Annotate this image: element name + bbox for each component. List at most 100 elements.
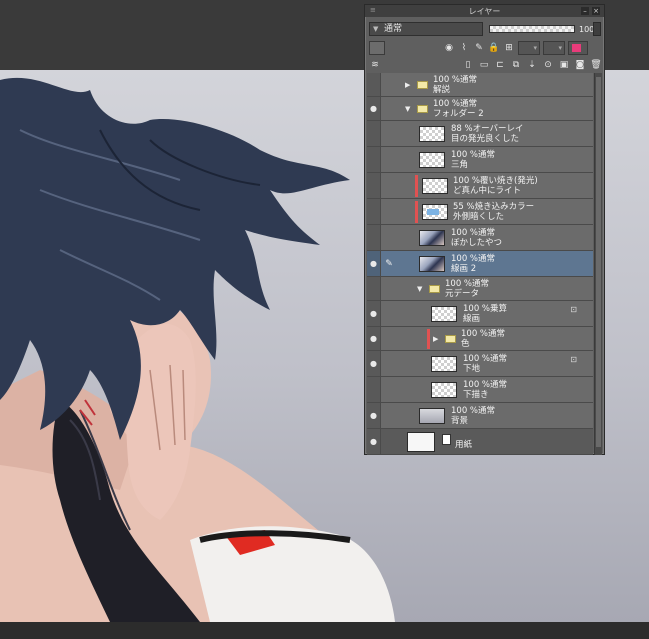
layer-row[interactable]: ● 100 %乗算 線画 ⊡ bbox=[367, 301, 593, 327]
blend-row: ▼ 通常 100 bbox=[369, 21, 602, 37]
lock-icon: ⊡ bbox=[570, 305, 577, 314]
mask-icon[interactable]: ◉ bbox=[443, 42, 455, 54]
layer-name: 線画 2 bbox=[451, 264, 477, 274]
clipping-marker bbox=[415, 201, 418, 223]
layer-name: 線画 bbox=[463, 314, 481, 324]
layer-name: 外側暗くした bbox=[453, 212, 505, 222]
layer-blend-mode: 100 %通常 bbox=[451, 406, 496, 416]
expression-color-button[interactable] bbox=[369, 41, 385, 55]
layer-row-selected[interactable]: ● ✎ 100 %通常 線画 2 bbox=[367, 251, 593, 277]
layer-name: 三角 bbox=[451, 160, 469, 170]
layer-blend-mode: 100 %通常 bbox=[463, 354, 508, 364]
layer-row[interactable]: 100 %通常 下描き bbox=[367, 377, 593, 403]
layer-panel: ≡ レイヤー – × ▼ 通常 100 ◉ ⌇ ✎ 🔒 ⊞ ▾ ▾ ≋ ▯ ▭ … bbox=[364, 4, 605, 455]
panel-titlebar[interactable]: ≡ レイヤー – × bbox=[365, 5, 604, 17]
reference-icon[interactable]: ▣ bbox=[558, 59, 570, 71]
opacity-slider[interactable] bbox=[489, 25, 575, 33]
visibility-toggle[interactable]: ● bbox=[367, 403, 381, 428]
close-icon[interactable]: × bbox=[592, 7, 600, 15]
visibility-toggle[interactable] bbox=[367, 173, 381, 198]
layer-name: ぼかしたやつ bbox=[451, 238, 503, 248]
layer-row[interactable]: ● ▶ 100 %通常 色 bbox=[367, 327, 593, 351]
layer-thumbnail bbox=[422, 204, 448, 220]
visibility-toggle[interactable]: ● bbox=[367, 301, 381, 326]
scroll-thumb[interactable] bbox=[596, 77, 601, 447]
new-folder-icon[interactable]: ⊏ bbox=[494, 59, 506, 71]
copy-layer-icon[interactable]: ⧉ bbox=[510, 59, 522, 71]
brush-icon[interactable]: ⌇ bbox=[458, 42, 470, 54]
layer-name: 下地 bbox=[463, 364, 481, 374]
folder-icon bbox=[445, 335, 456, 343]
mask-add-icon[interactable]: ◙ bbox=[574, 59, 586, 71]
pen-icon[interactable]: ✎ bbox=[473, 42, 485, 54]
folder-icon bbox=[429, 285, 440, 293]
visibility-toggle[interactable] bbox=[367, 225, 381, 250]
eye-icon: ● bbox=[370, 104, 377, 113]
visibility-toggle[interactable]: ● bbox=[367, 327, 381, 350]
layer-name: 用紙 bbox=[455, 440, 473, 450]
folder-icon bbox=[417, 81, 428, 89]
layer-row[interactable]: 55 %焼き込みカラー 外側暗くした bbox=[367, 199, 593, 225]
visibility-toggle[interactable] bbox=[367, 277, 381, 300]
opacity-stepper[interactable] bbox=[593, 22, 601, 36]
layer-thumbnail bbox=[407, 432, 435, 452]
panel-menu-icon[interactable]: ≡ bbox=[370, 6, 376, 14]
lock-transparent-icon[interactable]: ⊞ bbox=[503, 42, 515, 54]
layer-color-swatch[interactable] bbox=[568, 41, 588, 55]
minimize-icon[interactable]: – bbox=[581, 7, 589, 15]
layer-blend-mode: 88 %オーバーレイ bbox=[451, 124, 524, 134]
layer-blend-mode: 100 %通常 bbox=[451, 150, 496, 160]
visibility-toggle[interactable]: ● bbox=[367, 429, 381, 454]
layer-list[interactable]: ▶ 100 %通常 解説 ● ▼ 100 %通常 フォルダー 2 88 %オーバ… bbox=[367, 73, 593, 455]
layer-name: 色 bbox=[461, 339, 470, 349]
layer-row[interactable]: ▼ 100 %通常 元データ bbox=[367, 277, 593, 301]
visibility-toggle[interactable]: ● bbox=[367, 351, 381, 376]
new-vector-layer-icon[interactable]: ▭ bbox=[478, 59, 490, 71]
trash-icon[interactable]: 🗑 bbox=[590, 59, 602, 71]
folder-collapse-icon[interactable]: ▼ bbox=[405, 105, 410, 113]
visibility-toggle[interactable] bbox=[367, 73, 381, 96]
folder-expand-icon[interactable]: ▶ bbox=[433, 335, 438, 343]
visibility-toggle[interactable] bbox=[367, 121, 381, 146]
layer-blend-mode: 100 %通常 bbox=[461, 329, 506, 339]
eye-icon: ● bbox=[370, 359, 377, 368]
eye-icon: ● bbox=[370, 259, 377, 268]
layer-row[interactable]: 100 %覆い焼き(発光) ど真ん中にライト bbox=[367, 173, 593, 199]
layer-row[interactable]: 88 %オーバーレイ 目の発光良くした bbox=[367, 121, 593, 147]
lock-icon[interactable]: 🔒 bbox=[488, 42, 500, 54]
visibility-toggle[interactable]: ● bbox=[367, 251, 381, 276]
merge-down-icon[interactable]: ⇣ bbox=[526, 59, 538, 71]
folder-collapse-icon[interactable]: ▼ bbox=[417, 285, 422, 293]
reference-dropdown[interactable]: ▾ bbox=[518, 41, 540, 55]
visibility-toggle[interactable] bbox=[367, 199, 381, 224]
visibility-toggle[interactable] bbox=[367, 377, 381, 402]
paper-icon bbox=[442, 434, 451, 445]
visibility-toggle[interactable]: ● bbox=[367, 97, 381, 120]
panel-title: レイヤー bbox=[468, 6, 501, 16]
visibility-toggle[interactable] bbox=[367, 147, 381, 172]
folder-icon bbox=[417, 105, 428, 113]
layer-row[interactable]: 100 %通常 三角 bbox=[367, 147, 593, 173]
layer-list-scrollbar[interactable] bbox=[594, 73, 602, 455]
eye-icon: ● bbox=[370, 334, 377, 343]
opacity-value[interactable]: 100 bbox=[579, 25, 594, 34]
layer-row[interactable]: 100 %通常 ぼかしたやつ bbox=[367, 225, 593, 251]
layer-thumbnail bbox=[431, 356, 457, 372]
clipping-marker bbox=[415, 175, 418, 197]
blend-mode-select[interactable]: ▼ 通常 bbox=[369, 22, 483, 36]
layer-row[interactable]: ● ▼ 100 %通常 フォルダー 2 bbox=[367, 97, 593, 121]
eye-icon: ● bbox=[370, 411, 377, 420]
layer-row[interactable]: ▶ 100 %通常 解説 bbox=[367, 73, 593, 97]
clipping-marker bbox=[427, 329, 430, 349]
new-raster-layer-icon[interactable]: ▯ bbox=[462, 59, 474, 71]
layer-name: 目の発光良くした bbox=[451, 134, 520, 144]
layer-menu-icon[interactable]: ≋ bbox=[369, 59, 381, 71]
draft-dropdown[interactable]: ▾ bbox=[543, 41, 565, 55]
layer-row[interactable]: ● 100 %通常 背景 bbox=[367, 403, 593, 429]
layer-property-toolbar: ◉ ⌇ ✎ 🔒 ⊞ ▾ ▾ bbox=[369, 39, 602, 57]
layer-row[interactable]: ● 100 %通常 下地 ⊡ bbox=[367, 351, 593, 377]
clip-icon[interactable]: ⊙ bbox=[542, 59, 554, 71]
folder-expand-icon[interactable]: ▶ bbox=[405, 81, 410, 89]
layer-name: 元データ bbox=[445, 289, 480, 299]
layer-row[interactable]: ● 用紙 bbox=[367, 429, 593, 455]
